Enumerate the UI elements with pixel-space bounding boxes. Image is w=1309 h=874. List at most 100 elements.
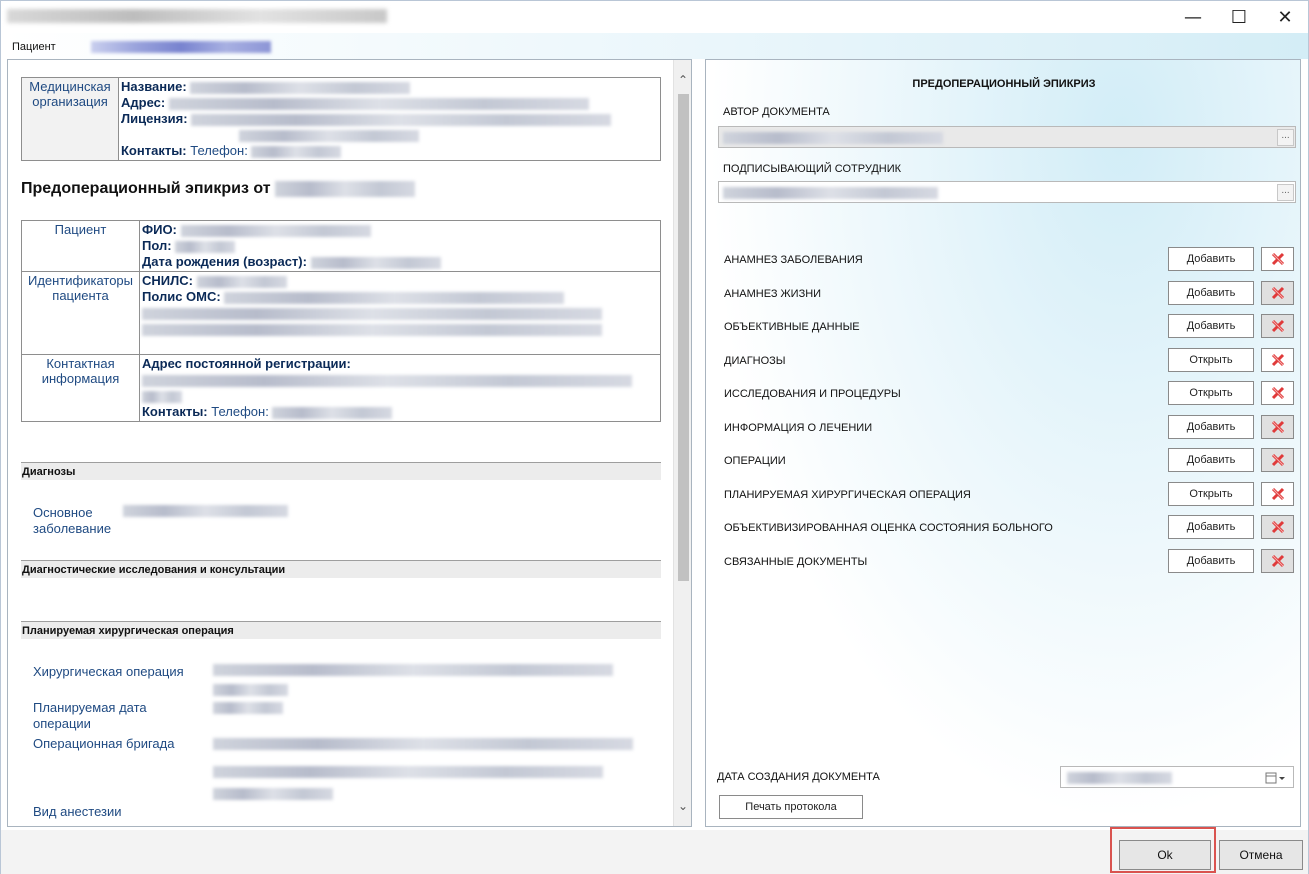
section-action-button[interactable]: Открыть: [1168, 347, 1254, 372]
scroll-down-icon[interactable]: ⌄: [674, 796, 691, 816]
section-row-name: ИССЛЕДОВАНИЯ И ПРОЦЕДУРЫ: [724, 388, 901, 400]
section-planned-surgery: Планируемая хирургическая операция: [21, 621, 661, 639]
close-button[interactable]: ✕: [1262, 1, 1308, 33]
section-action-button[interactable]: Добавить: [1168, 280, 1254, 305]
delete-button[interactable]: [1261, 448, 1294, 472]
org-license-redacted-2: [239, 129, 419, 142]
epicrisis-editor: ПРЕДОПЕРАЦИОННЫЙ ЭПИКРИЗ АВТОР ДОКУМЕНТА…: [705, 59, 1301, 827]
contact-contacts-key: Контакты:: [142, 404, 208, 419]
org-label: Медицинская организация: [29, 79, 111, 109]
cancel-button[interactable]: Отмена: [1219, 840, 1303, 870]
op-team-redacted-2: [213, 766, 603, 778]
signer-browse-button[interactable]: ...: [1277, 184, 1294, 201]
section-action-button[interactable]: Добавить: [1168, 247, 1254, 271]
section-action-button[interactable]: Добавить: [1168, 548, 1254, 573]
org-name-key: Название:: [121, 79, 187, 94]
patient-sex-key: Пол:: [142, 238, 172, 253]
editor-title: ПРЕДОПЕРАЦИОННЫЙ ЭПИКРИЗ: [912, 78, 1096, 90]
creation-date-picker[interactable]: [1060, 766, 1294, 788]
title-bar: — ☐ ✕: [1, 1, 1308, 33]
org-label-cell: Медицинская организация: [21, 77, 119, 161]
identifiers-section-label: Идентификаторы пациента: [27, 273, 134, 303]
delete-button[interactable]: [1261, 314, 1294, 338]
org-phone-redacted: [251, 145, 342, 158]
section-action-button[interactable]: Добавить: [1168, 448, 1254, 472]
patient-sex-redacted: [175, 240, 236, 253]
ok-button-highlight: [1110, 827, 1216, 873]
org-table: Медицинская организация Название: Адрес:…: [21, 77, 661, 161]
vertical-scrollbar[interactable]: ⌃ ⌄: [673, 60, 691, 826]
author-field[interactable]: ...: [718, 126, 1296, 148]
scrollbar-thumb[interactable]: [678, 94, 689, 581]
section-row: ОПЕРАЦИИ Добавить: [724, 448, 1294, 474]
document-date-redacted: [275, 180, 416, 197]
epicrisis-dialog: — ☐ ✕ Пациент Медицинская организация На…: [0, 0, 1309, 874]
oms-key: Полис ОМС:: [142, 289, 221, 304]
delete-button[interactable]: [1261, 347, 1294, 372]
signer-label: ПОДПИСЫВАЮЩИЙ СОТРУДНИК: [723, 163, 902, 175]
section-diagnoses: Диагнозы: [21, 462, 661, 480]
patient-fio-redacted: [180, 224, 371, 237]
delete-button[interactable]: [1261, 381, 1294, 405]
identifiers-details: СНИЛС: Полис ОМС:: [139, 271, 661, 355]
section-row: ИССЛЕДОВАНИЯ И ПРОЦЕДУРЫ Открыть: [724, 381, 1294, 407]
minimize-button[interactable]: —: [1170, 1, 1216, 33]
delete-x-icon: [1271, 386, 1284, 400]
signer-field[interactable]: ...: [718, 181, 1296, 203]
patient-bar: Пациент: [1, 33, 1308, 59]
delete-x-icon: [1271, 453, 1284, 467]
creation-date-label: ДАТА СОЗДАНИЯ ДОКУМЕНТА: [717, 771, 880, 783]
org-address-redacted: [168, 97, 589, 110]
delete-button[interactable]: [1261, 247, 1294, 271]
main-disease-redacted: [123, 505, 288, 517]
section-row-name: ПЛАНИРУЕМАЯ ХИРУРГИЧЕСКАЯ ОПЕРАЦИЯ: [724, 488, 971, 501]
contact-address-key: Адрес постоянной регистрации:: [142, 356, 351, 371]
delete-x-icon: [1271, 420, 1284, 433]
section-action-button[interactable]: Открыть: [1168, 381, 1254, 405]
document-heading-text: Предоперационный эпикриз от: [21, 180, 271, 197]
section-row-name: ИНФОРМАЦИЯ О ЛЕЧЕНИИ: [724, 421, 873, 434]
op-team-redacted: [213, 738, 633, 750]
scroll-up-icon[interactable]: ⌃: [674, 70, 691, 90]
delete-button[interactable]: [1261, 515, 1294, 539]
surgery-label: Хирургическая операция: [33, 664, 184, 679]
contact-phone-key: Телефон:: [211, 404, 269, 419]
section-row: ОБЪЕКТИВИЗИРОВАННАЯ ОЦЕНКА СОСТОЯНИЯ БОЛ…: [724, 515, 1294, 541]
delete-button[interactable]: [1261, 481, 1294, 506]
section-row-name: ОПЕРАЦИИ: [724, 455, 786, 467]
delete-x-icon: [1271, 520, 1284, 534]
section-action-button[interactable]: Добавить: [1168, 314, 1254, 338]
section-action-button[interactable]: Открыть: [1168, 481, 1254, 506]
snils-redacted: [196, 275, 287, 288]
section-row-name: ДИАГНОЗЫ: [724, 354, 786, 367]
contact-address-redacted: [142, 374, 632, 387]
calendar-dropdown-icon[interactable]: [1265, 771, 1287, 785]
section-row: АНАМНЕЗ ЖИЗНИ Добавить: [724, 280, 1294, 307]
patient-dob-redacted: [310, 256, 441, 269]
section-action-button[interactable]: Добавить: [1168, 414, 1254, 439]
delete-x-icon: [1271, 252, 1284, 266]
section-action-button[interactable]: Добавить: [1168, 515, 1254, 539]
oms-redacted: [224, 291, 565, 304]
author-browse-button[interactable]: ...: [1277, 129, 1294, 146]
section-row: СВЯЗАННЫЕ ДОКУМЕНТЫ Добавить: [724, 548, 1294, 575]
op-team-redacted-3: [213, 788, 333, 800]
patient-label-cell: Пациент: [21, 220, 140, 272]
patient-section-label: Пациент: [54, 222, 107, 237]
patient-label: Пациент: [12, 41, 56, 53]
contact-section-label: Контактная информация: [41, 356, 120, 386]
planned-date-label: Планируемая дата операции: [33, 700, 147, 731]
org-name-redacted: [190, 81, 411, 94]
print-protocol-button[interactable]: Печать протокола: [719, 795, 863, 819]
delete-button[interactable]: [1261, 414, 1294, 439]
window-title-redacted: [7, 9, 387, 23]
delete-button[interactable]: [1261, 280, 1294, 305]
delete-button[interactable]: [1261, 548, 1294, 573]
contact-label-cell: Контактная информация: [21, 354, 140, 422]
document-preview[interactable]: Медицинская организация Название: Адрес:…: [7, 59, 692, 827]
contact-address-redacted-2: [142, 390, 182, 403]
section-row-name: СВЯЗАННЫЕ ДОКУМЕНТЫ: [724, 555, 868, 568]
maximize-button[interactable]: ☐: [1216, 1, 1262, 33]
section-diagnostic-studies: Диагностические исследования и консульта…: [21, 560, 661, 578]
org-address-key: Адрес:: [121, 95, 166, 110]
